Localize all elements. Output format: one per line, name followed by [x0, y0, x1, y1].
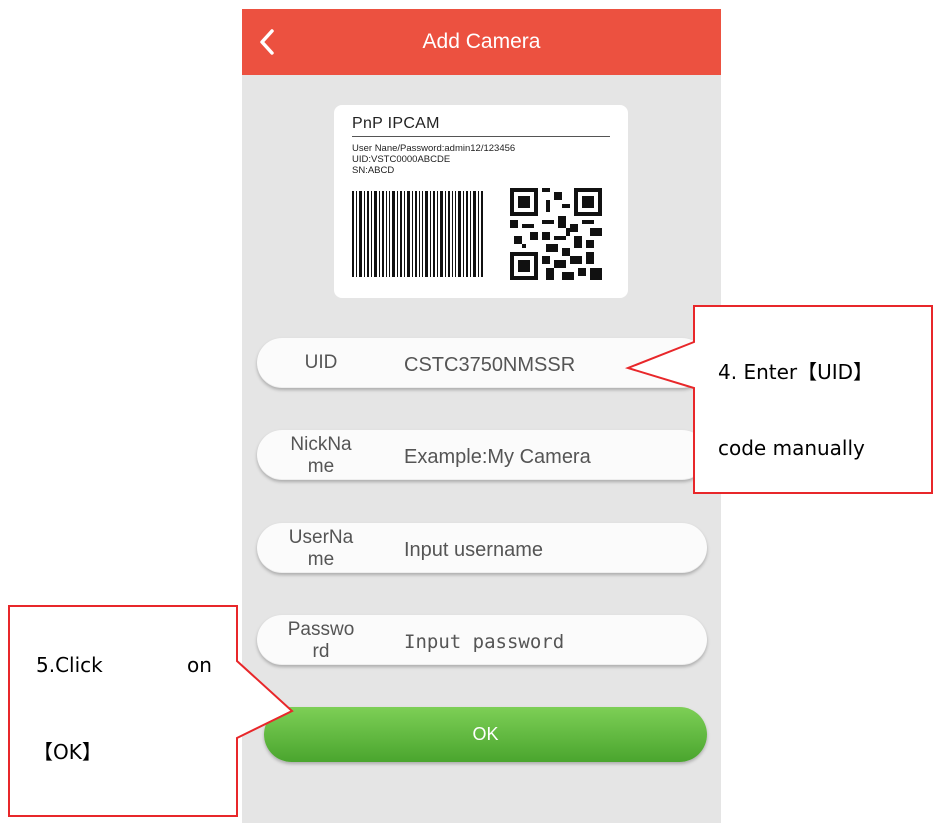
- ok-callout-line2: 【OK】: [33, 740, 102, 764]
- uid-callout-line2: code manually: [718, 436, 865, 460]
- ok-callout-line1: 5.Click: [36, 653, 103, 677]
- ok-callout-shape: [8, 605, 294, 817]
- callout-shapes: [8, 305, 933, 817]
- ok-callout-line1b: on: [187, 653, 212, 677]
- uid-callout-line1: 4. Enter【UID】: [718, 360, 874, 384]
- uid-callout-shape: [624, 305, 933, 494]
